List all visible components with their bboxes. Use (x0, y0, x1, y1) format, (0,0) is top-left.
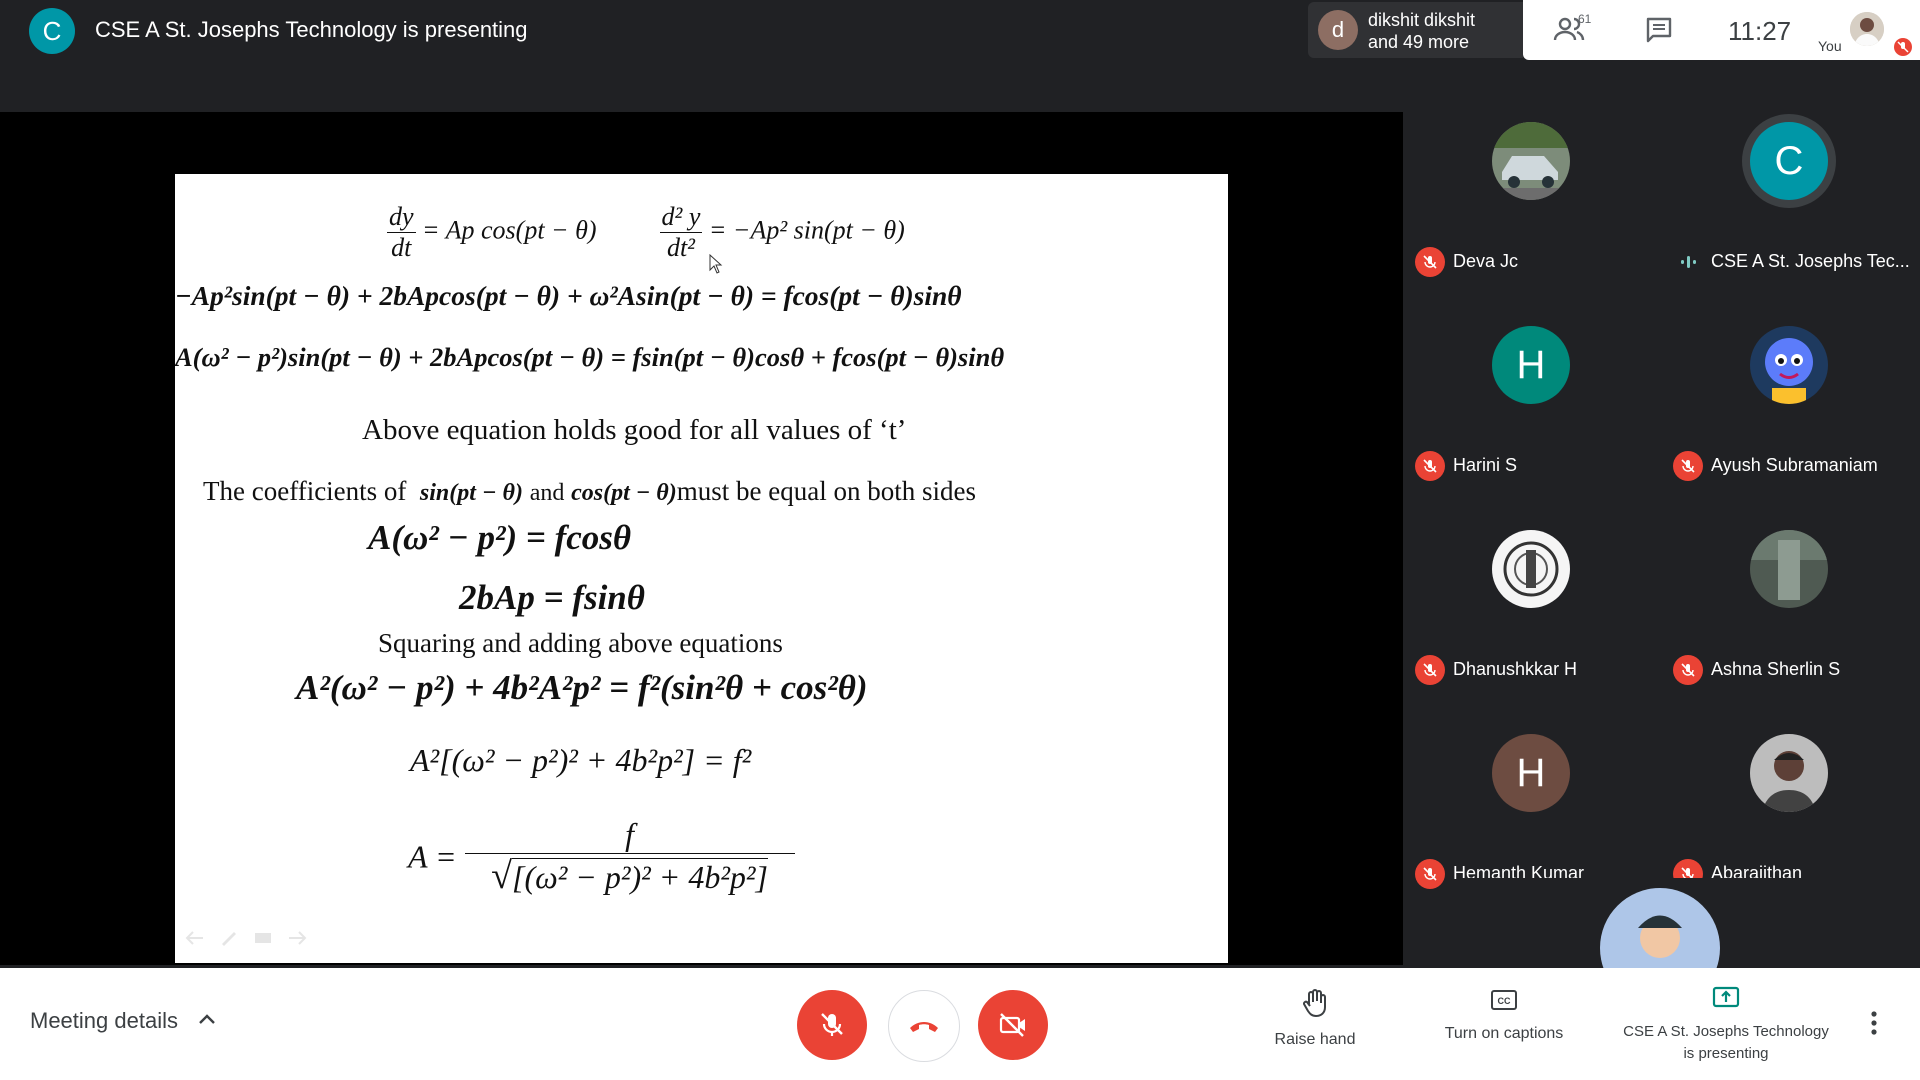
chevron-up-icon[interactable] (198, 1012, 216, 1031)
participant-avatar: C (1750, 122, 1828, 200)
eq1-right-denominator: dt² (666, 233, 695, 262)
slide-text-3: Squaring and adding above equations (378, 628, 783, 658)
participants-chip[interactable]: d dikshit dikshit and 49 more (1308, 2, 1523, 58)
participant-name: Ayush Subramaniam (1711, 455, 1878, 475)
mic-off-icon (1673, 655, 1703, 685)
chat-icon[interactable] (1645, 16, 1673, 49)
participant-avatar (1750, 326, 1828, 404)
bottom-control-bar: Meeting details Raise hand CC Turn on ca… (0, 968, 1920, 1080)
text2-a: The coefficients of (203, 476, 407, 506)
eq1-right-numerator: d² y (659, 202, 703, 233)
svg-text:CC: CC (1498, 996, 1511, 1006)
equation-5: 2bAp = fsinθ (459, 578, 645, 617)
presenter-avatar: C (29, 8, 75, 54)
eq1-right-rhs: = −Ap² sin(pt − θ) (708, 215, 905, 245)
equation-8: A = f √[(ω² − p²)² + 4b²p²] (408, 816, 795, 898)
equation-7: A²[(ω² − p²)² + 4b²p²] = f² (410, 742, 752, 778)
next-slide-icon (289, 931, 307, 945)
participant-name: Ashna Sherlin S (1711, 659, 1841, 679)
equation-2: −Ap²sin(pt − θ) + 2bApcos(pt − θ) + ω²As… (175, 280, 962, 311)
meeting-details-button[interactable]: Meeting details (30, 1008, 178, 1034)
participant-tile[interactable]: C CSE A St. Josephs Tec... (1661, 82, 1919, 286)
text2-d: cos(pt − θ) (571, 480, 677, 506)
participant-avatar (1492, 122, 1570, 200)
self-avatar[interactable] (1850, 12, 1884, 46)
presenting-label-line1: CSE A St. Josephs Technology (1623, 1023, 1829, 1040)
participant-name: Harini S (1453, 455, 1518, 475)
clock: 11:27 (1728, 16, 1792, 46)
presentation-slide: dy dt = Ap cos(pt − θ) d² y dt² = −Ap² sin… (175, 174, 1228, 963)
camera-toggle-button[interactable] (978, 990, 1048, 1060)
mic-off-icon (1415, 247, 1445, 277)
participant-name: Deva Jc (1453, 251, 1519, 271)
slide-nav-controls[interactable] (185, 930, 307, 946)
mic-off-icon (1415, 859, 1445, 889)
presenting-button[interactable]: CSE A St. Josephs Technology is presenti… (1606, 986, 1846, 1065)
presentation-title: CSE A St. Josephs Technology is presenti… (95, 17, 528, 42)
participant-avatar (1492, 530, 1570, 608)
mic-off-icon (1415, 655, 1445, 685)
mic-off-icon (1673, 451, 1703, 481)
participant-name: Dhanushkkar H (1453, 659, 1578, 679)
text2-c: and (529, 480, 565, 506)
text2-e: must be equal on both sides (676, 476, 976, 506)
participant-avatar: H (1492, 734, 1570, 812)
equation-1: dy dt = Ap cos(pt − θ) d² y dt² = −Ap² sin… (387, 202, 905, 263)
mic-off-icon (821, 1013, 843, 1036)
self-label: You (1818, 38, 1842, 54)
eq1-left-denominator: dt (391, 233, 412, 262)
participant-tile[interactable]: Ayush Subramaniam (1661, 286, 1919, 490)
participant-avatar: H (1492, 326, 1570, 404)
participant-tile[interactable]: Dhanushkkar H (1403, 490, 1661, 694)
mic-off-icon (1415, 451, 1445, 481)
text2-b: sin(pt − θ) (419, 480, 523, 506)
speaking-indicator-icon (1679, 254, 1699, 275)
pen-icon (222, 932, 236, 946)
hang-up-icon (910, 1022, 938, 1032)
eq8-denominator: √[(ω² − p²)² + 4b²p²] (491, 855, 768, 897)
eq8-lhs: A = (408, 838, 457, 875)
presenting-label-line2: is presenting (1683, 1045, 1769, 1062)
camera-off-icon (999, 1013, 1025, 1037)
present-screen-icon (1712, 986, 1740, 1008)
participant-avatar (1750, 530, 1828, 608)
leave-call-button[interactable] (888, 990, 960, 1062)
eq1-left-rhs: = Ap cos(pt − θ) (422, 215, 597, 245)
captions-icon: CC (1491, 990, 1517, 1010)
equation-3: A(ω² − p²)sin(pt − θ) + 2bApcos(pt − θ) … (175, 342, 1005, 372)
previous-slide-icon (185, 931, 203, 945)
captions-button[interactable]: CC Turn on captions (1430, 988, 1578, 1045)
participants-chip-line1: dikshit dikshit (1368, 10, 1476, 30)
top-bar: C CSE A St. Josephs Technology is presen… (0, 0, 1920, 60)
participant-tile[interactable]: H Hemanth Kumar (1403, 694, 1661, 898)
participant-name: CSE A St. Josephs Tec... (1711, 251, 1910, 271)
participant-tile[interactable]: Abarajithan (1661, 694, 1919, 898)
participants-chip-line2: and 49 more (1368, 32, 1470, 52)
microphone-toggle-button[interactable] (797, 990, 867, 1060)
slide-text-1: Above equation holds good for all values… (362, 414, 907, 446)
participant-avatar: d (1318, 10, 1358, 50)
more-options-icon[interactable] (1870, 1010, 1878, 1041)
slides-menu-icon (255, 933, 271, 943)
participant-count: 61 (1578, 12, 1592, 26)
hand-icon (1303, 989, 1326, 1017)
slide-text-2: The coefficients of sin(pt − θ) and cos(… (203, 476, 976, 507)
participant-tile[interactable]: Deva Jc (1403, 82, 1661, 286)
participant-tile[interactable]: Ashna Sherlin S (1661, 490, 1919, 694)
equation-6: A²(ω² − p²) + 4b²A²p² = f²(sin²θ + cos²θ… (296, 668, 868, 707)
equation-4: A(ω² − p²) = fcosθ (368, 518, 632, 557)
captions-label: Turn on captions (1444, 1025, 1564, 1042)
participant-tile[interactable]: H Harini S (1403, 286, 1661, 490)
raise-hand-button[interactable]: Raise hand (1262, 988, 1368, 1051)
eq1-left-numerator: dy (387, 202, 416, 233)
eq8-numerator: f (464, 816, 795, 854)
mic-off-icon (1894, 38, 1912, 56)
mouse-cursor-icon (709, 253, 723, 279)
participant-avatar (1750, 734, 1828, 812)
raise-hand-label: Raise hand (1274, 1031, 1356, 1048)
self-video-tile[interactable] (1460, 878, 1860, 968)
